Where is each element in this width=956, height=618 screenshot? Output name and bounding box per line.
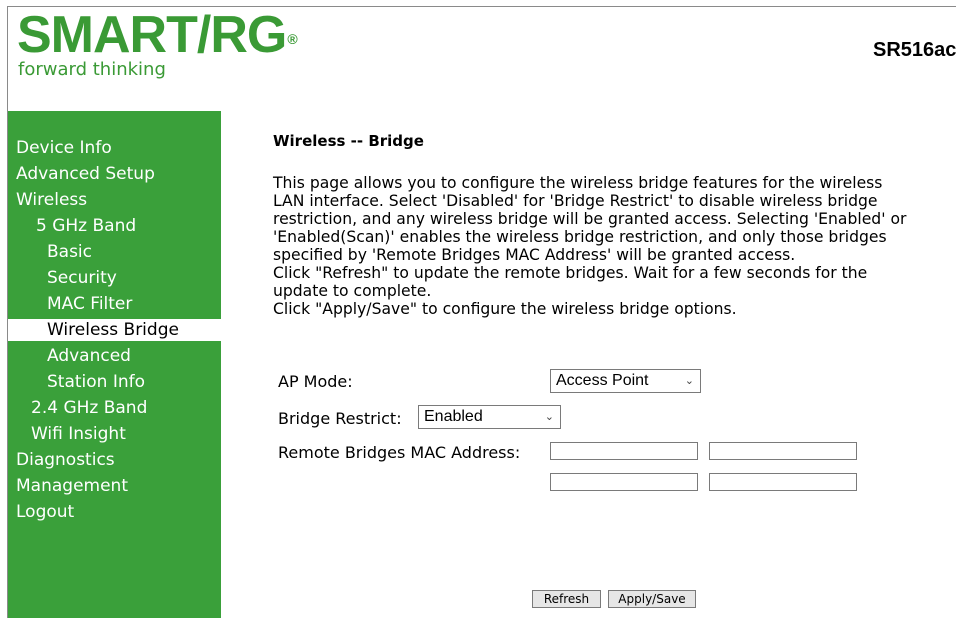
ap-mode-value: Access Point — [556, 372, 649, 389]
sidebar-item-advanced-setup[interactable]: Advanced Setup — [8, 161, 221, 187]
sidebar-item-security[interactable]: Security — [8, 265, 221, 291]
description-line: 'Enabled(Scan)' enables the wireless bri… — [273, 228, 887, 246]
bridge-restrict-label: Bridge Restrict: — [278, 409, 402, 428]
smartrg-logo: SMART/RG® forward thinking — [17, 6, 298, 80]
bridge-restrict-value: Enabled — [424, 408, 483, 425]
refresh-button[interactable]: Refresh — [532, 590, 601, 608]
apply-save-button[interactable]: Apply/Save — [608, 590, 696, 608]
description-line: specified by 'Remote Bridges MAC Address… — [273, 246, 796, 264]
sidebar-item-station-info[interactable]: Station Info — [8, 369, 221, 395]
main-content: Wireless -- Bridge This page allows you … — [273, 132, 953, 318]
description-line: This page allows you to configure the wi… — [273, 174, 883, 192]
description-line: Click "Refresh" to update the remote bri… — [273, 264, 868, 282]
sidebar-item-diagnostics[interactable]: Diagnostics — [8, 447, 221, 473]
ap-mode-label: AP Mode: — [278, 372, 353, 391]
description-line: restriction, and any wireless bridge wil… — [273, 210, 907, 228]
description-line: Click "Apply/Save" to configure the wire… — [273, 300, 737, 318]
remote-mac-label: Remote Bridges MAC Address: — [278, 443, 521, 462]
remote-mac-input-3[interactable] — [550, 473, 698, 491]
page-title: Wireless -- Bridge — [273, 132, 424, 150]
remote-mac-input-4[interactable] — [709, 473, 857, 491]
sidebar-item-device-info[interactable]: Device Info — [8, 135, 221, 161]
remote-mac-input-2[interactable] — [709, 442, 857, 460]
sidebar-item-wireless-bridge[interactable]: Wireless Bridge — [8, 319, 222, 341]
sidebar: Device Info Advanced Setup Wireless 5 GH… — [8, 111, 222, 618]
sidebar-item-mac-filter[interactable]: MAC Filter — [8, 291, 221, 317]
registered-mark: ® — [287, 31, 297, 47]
logo-text: SMART/RG — [17, 6, 287, 64]
model-name: SR516ac — [873, 39, 956, 61]
sidebar-item-wireless[interactable]: Wireless — [8, 187, 221, 213]
sidebar-item-basic[interactable]: Basic — [8, 239, 221, 265]
page-frame: SMART/RG® forward thinking SR516ac Devic… — [7, 6, 956, 618]
sidebar-item-logout[interactable]: Logout — [8, 499, 221, 525]
chevron-down-icon: ⌄ — [544, 411, 554, 423]
ap-mode-select[interactable]: Access Point ⌄ — [550, 369, 701, 393]
page-description: This page allows you to configure the wi… — [273, 174, 953, 318]
remote-mac-input-1[interactable] — [550, 442, 698, 460]
description-line: update to complete. — [273, 282, 432, 300]
bridge-restrict-select[interactable]: Enabled ⌄ — [418, 405, 561, 429]
sidebar-item-wifi-insight[interactable]: Wifi Insight — [8, 421, 221, 447]
sidebar-item-24ghz-band[interactable]: 2.4 GHz Band — [8, 395, 221, 421]
sidebar-item-advanced[interactable]: Advanced — [8, 343, 221, 369]
sidebar-item-management[interactable]: Management — [8, 473, 221, 499]
sidebar-item-5ghz-band[interactable]: 5 GHz Band — [8, 213, 221, 239]
sidebar-nav: Device Info Advanced Setup Wireless 5 GH… — [8, 135, 222, 525]
chevron-down-icon: ⌄ — [684, 375, 694, 387]
description-line: LAN interface. Select 'Disabled' for 'Br… — [273, 192, 878, 210]
